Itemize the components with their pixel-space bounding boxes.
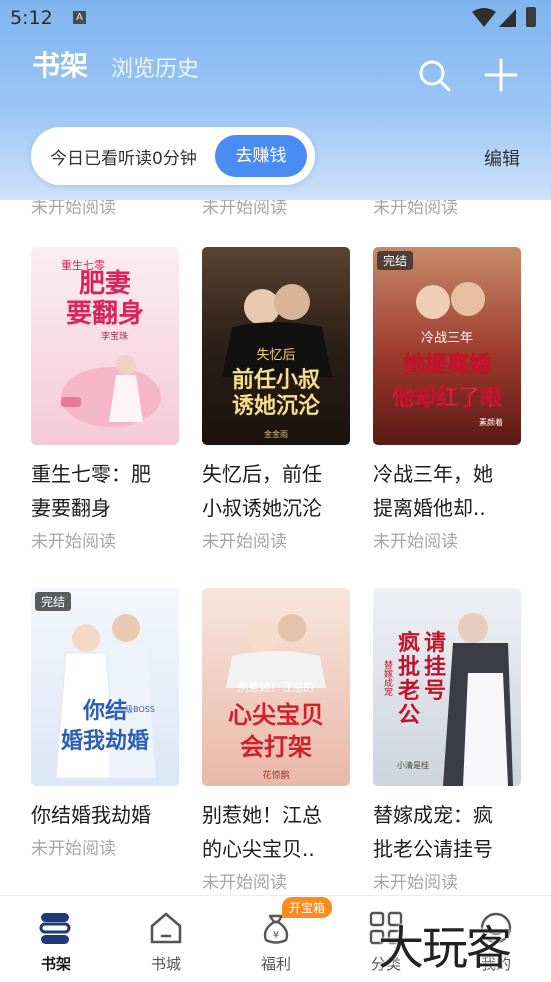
book-title: 别惹她！江总 的心尖宝贝.. <box>202 803 322 861</box>
book-cover[interactable]: 疯 批 老 公 请 挂 号 替嫁成宠 小清是桂 <box>373 588 521 786</box>
completed-badge: 完结 <box>377 251 414 270</box>
cover-author: 李宝珠 <box>101 330 128 342</box>
cover-title-right-2: 挂 <box>424 654 446 680</box>
book-card[interactable]: 别惹她！江总的 心尖宝贝 会打架 花惊鹊 别惹她！江总 的心尖宝贝.. 未开始阅读 <box>202 588 352 893</box>
book-cover[interactable]: 你结 婚我劫婚 一级BOSS 完结 <box>31 588 179 786</box>
cover-title-bottom: 他却红了眼 <box>391 385 502 411</box>
book-status: 未开始阅读 <box>202 873 287 893</box>
cover-author: 金金雨 <box>264 429 288 439</box>
book-card[interactable]: 失忆后 前任小叔 诱她沉沦 金金雨 失忆后，前任 小叔诱她沉沦 未开始阅读 <box>202 247 352 552</box>
battery-icon <box>526 7 536 27</box>
book-status: 未开始阅读 <box>31 839 116 859</box>
cover-subtitle: 冷战三年 <box>421 331 473 346</box>
cover-title-right: 请 <box>424 630 446 656</box>
cover-title-top: 肥妻 <box>79 269 131 299</box>
cover-title-bottom: 诱她沉沦 <box>232 393 321 419</box>
earn-money-button[interactable]: 去赚钱 <box>215 135 307 177</box>
status-time: 5:12 <box>10 7 53 29</box>
plus-icon[interactable] <box>483 57 519 93</box>
nav-label: 书城 <box>150 955 181 973</box>
book-status: 未开始阅读 <box>31 532 116 552</box>
tab-browse-history[interactable]: 浏览历史 <box>111 51 199 83</box>
cover-title-right-3: 号 <box>424 678 446 704</box>
cover-title-left: 疯 <box>398 630 420 656</box>
cover-subtitle: 别惹她！江总的 <box>238 680 315 694</box>
book-title: 冷战三年，她 提离婚他却.. <box>373 462 493 520</box>
book-cover[interactable]: 冷战三年 她提离婚 他却红了眼 素颜着 完结 <box>373 247 521 445</box>
nav-label: 书架 <box>40 955 71 973</box>
completed-badge: 完结 <box>35 592 72 611</box>
cover-title-bottom: 会打架 <box>240 732 312 761</box>
signal-icon <box>499 9 516 27</box>
book-status: 未开始阅读 <box>202 532 287 552</box>
notification-icon: A <box>73 11 86 24</box>
nav-item-store[interactable]: 书城 <box>126 896 206 982</box>
cover-title-top: 前任小叔 <box>232 367 321 393</box>
nav-item-bookshelf[interactable]: 书架 <box>16 896 96 982</box>
book-card[interactable]: 冷战三年 她提离婚 他却红了眼 素颜着 完结 冷战三年，她 提离婚他却.. 未开始… <box>373 247 523 552</box>
cover-subtitle: 替嫁成宠 <box>382 659 393 697</box>
bookshelf-icon <box>39 913 71 944</box>
book-status: 未开始阅读 <box>373 532 458 552</box>
cover-title-left-3: 老 <box>397 678 420 704</box>
cover-title-top: 心尖宝贝 <box>228 700 324 729</box>
cover-title-top: 她提离婚 <box>403 352 491 378</box>
book-title: 替嫁成宠：疯 批老公请挂号 <box>373 803 493 861</box>
book-card[interactable]: 你结 婚我劫婚 一级BOSS 完结 你结婚我劫婚 未开始阅读 <box>31 588 181 859</box>
tab-bookshelf[interactable]: 书架 <box>32 44 88 84</box>
reading-time-pill: 今日已看听读0分钟 去赚钱 <box>31 127 315 185</box>
book-cover[interactable]: 肥妻 要翻身 重生七零 李宝珠 <box>31 247 179 445</box>
reading-time-text: 今日已看听读0分钟 <box>50 149 197 169</box>
cover-title-left-4: 公 <box>398 702 420 728</box>
cover-author: 小清是桂 <box>397 760 429 770</box>
book-status: 未开始阅读 <box>373 873 458 893</box>
cover-subtitle: 重生七零 <box>61 258 105 272</box>
book-cover[interactable]: 失忆后 前任小叔 诱她沉沦 金金雨 <box>202 247 350 445</box>
edit-button[interactable]: 编辑 <box>484 145 520 171</box>
book-cover[interactable]: 别惹她！江总的 心尖宝贝 会打架 花惊鹊 <box>202 588 350 786</box>
cover-author: 花惊鹊 <box>262 769 289 781</box>
wifi-icon <box>472 8 496 27</box>
cover-subtitle: 失忆后 <box>256 347 295 363</box>
book-title: 失忆后，前任 小叔诱她沉沦 <box>202 462 322 520</box>
nav-label: 福利 <box>260 955 291 973</box>
cover-title-bottom: 婚我劫婚 <box>61 728 149 754</box>
book-title: 你结婚我劫婚 <box>31 803 151 827</box>
treasure-box-badge: 开宝箱 <box>282 897 333 918</box>
book-card[interactable]: 肥妻 要翻身 重生七零 李宝珠 重生七零：肥 妻要翻身 未开始阅读 <box>31 247 181 552</box>
store-icon <box>150 912 182 944</box>
book-card[interactable]: 疯 批 老 公 请 挂 号 替嫁成宠 小清是桂 替嫁成宠：疯 批老公请挂号 未开始… <box>373 588 523 893</box>
search-icon[interactable] <box>418 59 452 93</box>
book-title: 重生七零：肥 妻要翻身 <box>31 462 151 520</box>
cover-title-left-2: 批 <box>398 654 420 680</box>
cover-subtitle: 一级BOSS <box>117 704 155 714</box>
cover-author: 素颜着 <box>479 417 503 427</box>
cover-title-bottom: 要翻身 <box>66 298 144 329</box>
watermark: 大玩客 <box>378 921 512 975</box>
status-bar: 5:12 A <box>0 0 551 36</box>
header: 5:12 A 书架 浏览历史 今日已看听读0分钟 去赚钱 编辑 <box>0 0 551 200</box>
svg-text:¥: ¥ <box>273 930 279 941</box>
